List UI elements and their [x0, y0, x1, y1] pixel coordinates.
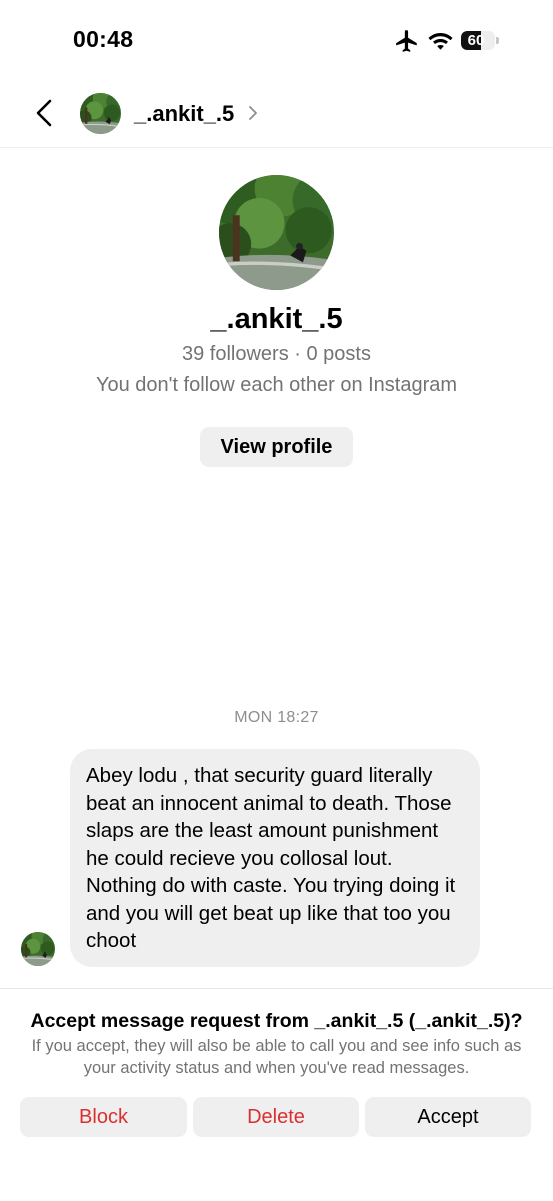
battery-tip: [496, 37, 499, 44]
profile-username: _.ankit_.5: [210, 303, 343, 335]
profile-avatar[interactable]: [219, 175, 334, 290]
chevron-left-icon: [36, 99, 52, 127]
wifi-icon: [427, 29, 454, 56]
airplane-icon: [394, 28, 420, 59]
header-avatar[interactable]: [80, 93, 121, 134]
battery-level: 60: [467, 32, 485, 49]
header-username[interactable]: _.ankit_.5: [134, 101, 234, 127]
request-title: Accept message request from _.ankit_.5 (…: [30, 1010, 523, 1032]
back-button[interactable]: [32, 98, 58, 128]
chat-header: _.ankit_.5: [0, 80, 553, 148]
follow-status: You don't follow each other on Instagram: [95, 374, 458, 396]
message-request-panel: Accept message request from _.ankit_.5 (…: [0, 988, 553, 1201]
sender-avatar[interactable]: [21, 932, 55, 966]
delete-button[interactable]: Delete: [193, 1097, 359, 1137]
message-timestamp: MON 18:27: [234, 709, 319, 726]
block-button[interactable]: Block: [20, 1097, 187, 1137]
status-bar: 00:48 60: [0, 0, 553, 80]
chevron-right-icon[interactable]: [247, 104, 259, 122]
view-profile-button[interactable]: View profile: [200, 427, 353, 467]
profile-stats: 39 followers · 0 posts: [182, 343, 371, 365]
battery-icon: 60: [461, 31, 495, 50]
status-time: 00:48: [73, 26, 134, 52]
message-text: Abey lodu , that security guard literall…: [86, 764, 456, 952]
request-description: If you accept, they will also be able to…: [31, 1037, 522, 1077]
message-bubble[interactable]: Abey lodu , that security guard literall…: [70, 749, 480, 967]
accept-button[interactable]: Accept: [365, 1097, 531, 1137]
